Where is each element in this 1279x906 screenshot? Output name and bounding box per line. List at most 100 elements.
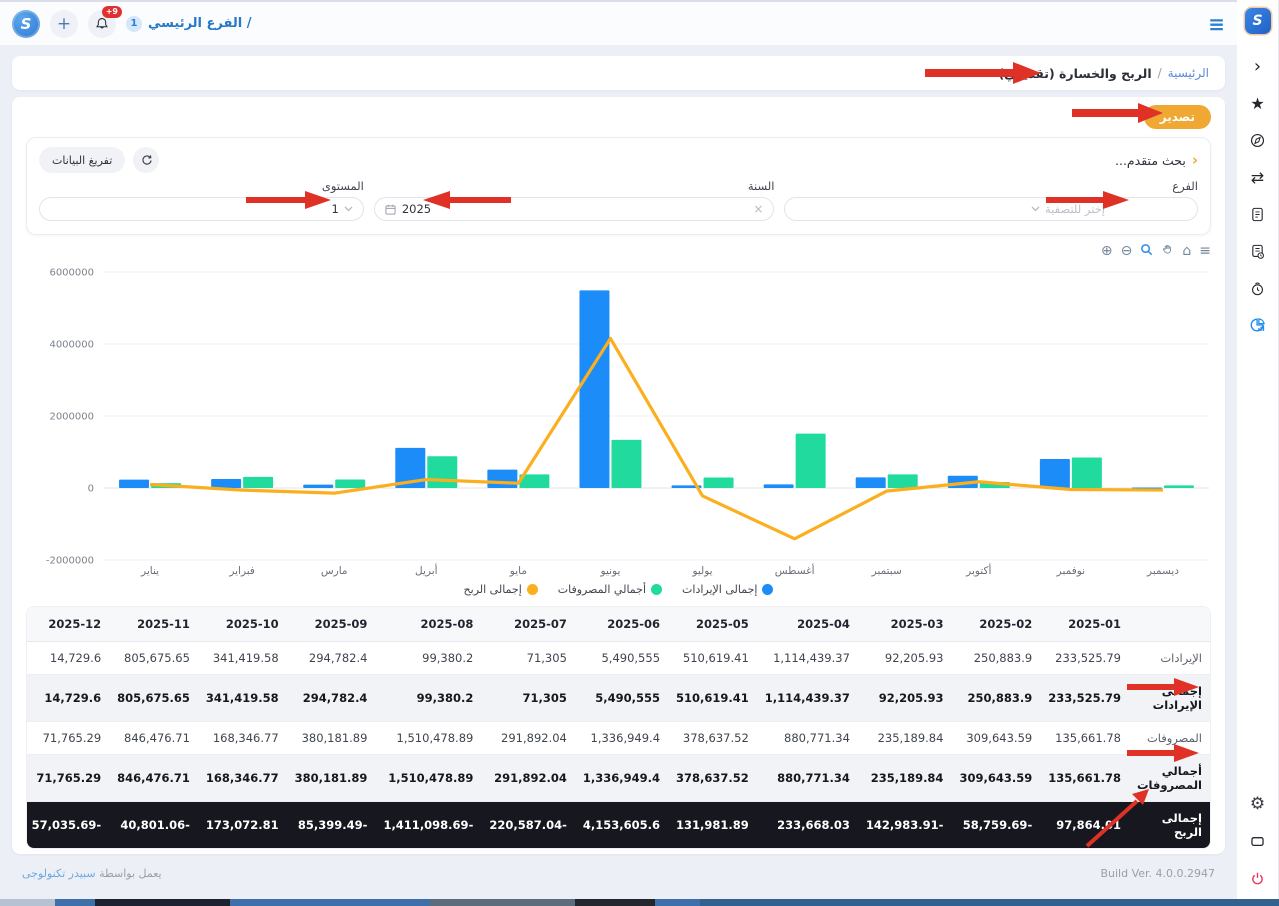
background-window-edge bbox=[0, 899, 1279, 906]
revenue-bar bbox=[119, 480, 149, 488]
revenue-bar bbox=[764, 484, 794, 488]
table-cell: 233,525.79 bbox=[1040, 675, 1129, 722]
table-cell: 380,181.89 bbox=[287, 755, 376, 802]
settings-gear-icon[interactable]: ⚙ bbox=[1247, 793, 1269, 815]
table-cell: 235,189.84 bbox=[858, 755, 952, 802]
document-clock-icon[interactable] bbox=[1247, 240, 1269, 262]
table-cell: 97,864.01 bbox=[1040, 802, 1129, 849]
table-cell: 135,661.78 bbox=[1040, 755, 1129, 802]
table-cell: 880,771.34 bbox=[757, 755, 858, 802]
pan-hand-icon[interactable] bbox=[1161, 243, 1174, 259]
app-logo[interactable]: S bbox=[12, 10, 40, 38]
breadcrumb-home-link[interactable]: الرئيسية bbox=[1168, 66, 1209, 80]
table-cell: 378,637.52 bbox=[668, 755, 757, 802]
refresh-icon bbox=[140, 154, 153, 167]
table-cell: 71,305 bbox=[481, 675, 575, 722]
selection-zoom-icon[interactable] bbox=[1140, 243, 1153, 259]
y-tick-label: -2000000 bbox=[46, 556, 94, 567]
collapse-chevron-icon[interactable]: ‹ bbox=[1247, 55, 1269, 77]
branch-select[interactable]: إختر للتصفية bbox=[784, 197, 1198, 221]
table-cell: 294,782.4 bbox=[287, 675, 376, 722]
column-header: 2025-03 bbox=[858, 607, 952, 642]
x-tick-label: أغسطس bbox=[775, 563, 815, 577]
revenue-bar bbox=[303, 485, 333, 488]
page-title: الربح والخسارة (تقديري) bbox=[998, 66, 1151, 81]
row-label: إجمالى الربح bbox=[1129, 802, 1210, 849]
table-cell: 135,661.78 bbox=[1040, 722, 1129, 755]
pie-chart-reports-icon[interactable] bbox=[1247, 314, 1269, 336]
table-row: إجمالى الربح97,864.01-58,759.69-142,983.… bbox=[26, 802, 1210, 849]
swap-arrows-icon[interactable]: ⇄ bbox=[1247, 166, 1269, 188]
year-picker[interactable]: 2025 × bbox=[374, 197, 775, 221]
refresh-button[interactable] bbox=[133, 147, 159, 173]
monitor-icon[interactable] bbox=[1247, 830, 1269, 852]
advanced-search-label: بحث متقدم... bbox=[1115, 153, 1186, 168]
x-tick-label: مايو bbox=[509, 565, 527, 577]
power-icon[interactable] bbox=[1247, 867, 1269, 889]
column-header: 2025-05 bbox=[668, 607, 757, 642]
favorites-star-icon[interactable]: ★ bbox=[1247, 92, 1269, 114]
level-select[interactable]: 1 bbox=[39, 197, 364, 221]
clear-year-icon[interactable]: × bbox=[753, 202, 763, 216]
zoom-out-icon[interactable]: ⊖ bbox=[1121, 244, 1133, 258]
zoom-in-icon[interactable]: ⊕ bbox=[1101, 244, 1113, 258]
table-row: إجمالى الإيرادات233,525.79250,883.992,20… bbox=[26, 675, 1210, 722]
filter-panel: ‹ بحث متقدم... تفريغ البيانات الفرع bbox=[26, 137, 1211, 235]
x-tick-label: ديسمبر bbox=[1146, 565, 1179, 577]
notifications-bell-icon[interactable]: +9 bbox=[88, 10, 116, 38]
page-content: الرئيسية / الربح والخسارة (تقديري) تصدير… bbox=[0, 46, 1237, 899]
table-cell: 1,510,478.89 bbox=[375, 755, 481, 802]
table-cell: 1,510,478.89 bbox=[375, 722, 481, 755]
menu-toggle-icon[interactable]: ≡ bbox=[1208, 14, 1225, 34]
document-icon[interactable] bbox=[1247, 203, 1269, 225]
powered-link[interactable]: سبيدر تكنولوجى bbox=[22, 867, 96, 880]
revenue-bar bbox=[579, 290, 609, 488]
home-reset-icon[interactable]: ⌂ bbox=[1182, 244, 1191, 258]
table-cell: 341,419.58 bbox=[198, 642, 287, 675]
purchase-clock-icon[interactable] bbox=[1247, 277, 1269, 299]
table-cell: 380,181.89 bbox=[287, 722, 376, 755]
compass-icon[interactable] bbox=[1247, 129, 1269, 151]
profit-line bbox=[150, 338, 1163, 538]
export-row: تصدير bbox=[26, 105, 1211, 129]
expense-bar bbox=[888, 474, 918, 488]
legend-label: إجمالى الإيرادات bbox=[682, 583, 757, 596]
table-cell: 99,380.2 bbox=[375, 675, 481, 722]
expense-bar bbox=[1072, 458, 1102, 488]
legend-dot-icon bbox=[762, 584, 773, 595]
export-button[interactable]: تصدير bbox=[1144, 105, 1211, 129]
table-cell: -85,399.49 bbox=[287, 802, 376, 849]
table-cell: 92,205.93 bbox=[858, 675, 952, 722]
table-cell: 92,205.93 bbox=[858, 642, 952, 675]
legend-item[interactable]: إجمالى الإيرادات bbox=[682, 583, 773, 596]
advanced-search-toggle[interactable]: ‹ بحث متقدم... bbox=[1115, 151, 1198, 169]
row-label: إجمالى الإيرادات bbox=[1129, 675, 1210, 722]
add-button[interactable]: + bbox=[50, 10, 78, 38]
sidebar-logo[interactable]: S bbox=[1245, 8, 1271, 34]
branch-selector[interactable]: 1 الفرع الرئيسي / bbox=[126, 16, 251, 32]
expense-bar bbox=[427, 456, 457, 488]
column-header: 2025-07 bbox=[481, 607, 575, 642]
table-cell: -58,759.69 bbox=[951, 802, 1040, 849]
row-label: أجمالي المصروفات bbox=[1129, 755, 1210, 802]
notification-count-badge: +9 bbox=[102, 6, 122, 18]
branch-name: الفرع الرئيسي / bbox=[148, 16, 251, 31]
legend-item[interactable]: إجمالى الربح bbox=[464, 583, 538, 596]
table-cell: 250,883.9 bbox=[951, 642, 1040, 675]
table-cell: 71,765.29 bbox=[26, 755, 109, 802]
clear-data-button[interactable]: تفريغ البيانات bbox=[39, 147, 125, 173]
column-header: 2025-08 bbox=[375, 607, 481, 642]
legend-item[interactable]: أجمالي المصروفات bbox=[558, 583, 662, 596]
powered-by: يعمل بواسطة سبيدر تكنولوجى bbox=[22, 867, 162, 880]
powered-prefix: يعمل بواسطة bbox=[99, 867, 162, 880]
x-tick-label: يوليو bbox=[691, 565, 712, 577]
legend-label: إجمالى الربح bbox=[464, 583, 522, 596]
table-cell: 14,729.6 bbox=[26, 642, 109, 675]
expense-bar bbox=[611, 440, 641, 488]
branch-count-badge: 1 bbox=[126, 16, 142, 32]
table-cell: 5,490,555 bbox=[575, 642, 668, 675]
y-tick-label: 6000000 bbox=[49, 268, 94, 279]
chart-menu-icon[interactable]: ≡ bbox=[1199, 244, 1211, 258]
column-header: 2025-10 bbox=[198, 607, 287, 642]
expense-bar bbox=[1164, 485, 1194, 488]
